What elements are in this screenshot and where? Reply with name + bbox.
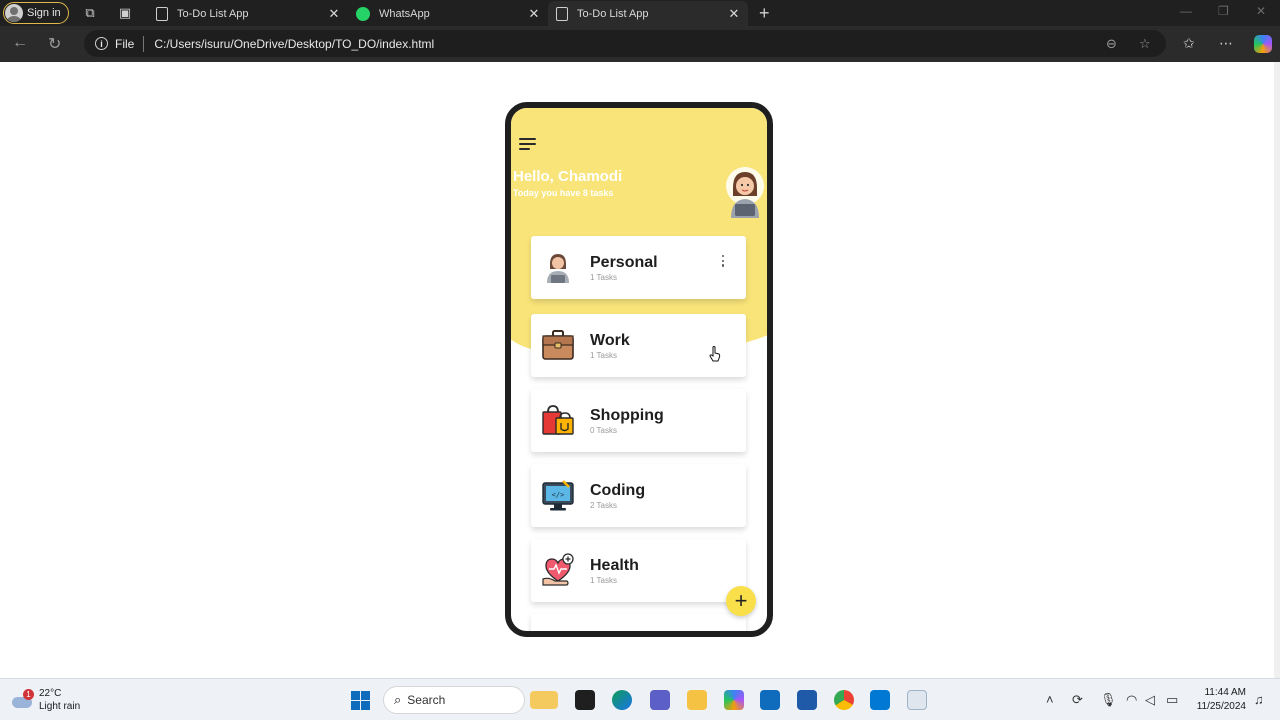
hand-cursor-icon (709, 346, 721, 362)
tab-actions-icon[interactable]: ▣ (117, 5, 133, 21)
phone-frame: Hello, Chamodi Today you have 8 tasks Pe… (505, 102, 773, 637)
category-card-partial[interactable] (531, 614, 746, 631)
category-name: Shopping (590, 407, 664, 424)
tab-title: To-Do List App (577, 7, 649, 20)
volume-icon[interactable]: ◁ (1145, 692, 1155, 708)
user-avatar-icon[interactable] (725, 166, 765, 218)
search-icon: ⌕ (394, 692, 402, 707)
sync-icon[interactable]: ⟳ (1072, 692, 1083, 708)
copilot-app-icon[interactable] (724, 690, 744, 710)
notification-bell-icon[interactable]: ♫ (1254, 692, 1264, 707)
maximize-icon[interactable]: ❐ (1218, 4, 1229, 18)
weather-cloud-icon: 1 (12, 689, 34, 711)
minimize-icon[interactable]: — (1180, 4, 1192, 18)
edge-browser-icon[interactable] (612, 690, 632, 710)
category-task-count: 1 Tasks (590, 273, 617, 282)
whatsapp-icon (356, 6, 370, 21)
favorites-icon[interactable]: ✩ (1183, 35, 1195, 52)
weather-widget[interactable]: 1 22°C Light rain (12, 687, 80, 713)
task-view-icon[interactable] (575, 690, 595, 710)
clock-date: 11/25/2024 (1196, 701, 1246, 712)
url-text[interactable]: C:/Users/isuru/OneDrive/Desktop/TO_DO/in… (154, 37, 434, 51)
page-icon (556, 6, 568, 21)
svg-text:</>: </> (552, 491, 565, 499)
snipping-tool-icon[interactable] (907, 690, 927, 710)
category-card-personal[interactable]: Personal 1 Tasks (531, 236, 746, 299)
zoom-icon[interactable]: ⊖ (1106, 36, 1117, 52)
search-label: Search (407, 693, 446, 707)
add-category-button[interactable]: + (726, 586, 756, 616)
notification-badge: 1 (23, 689, 34, 700)
more-options-icon[interactable]: ⋯ (1219, 35, 1233, 52)
store-icon[interactable] (797, 690, 817, 710)
info-icon[interactable]: i (95, 37, 108, 50)
workspaces-icon[interactable]: ⧉ (82, 5, 98, 21)
category-task-count: 2 Tasks (590, 501, 617, 510)
sign-in-button[interactable]: Sign in (3, 2, 69, 24)
browser-toolbar: ← ↻ i File C:/Users/isuru/OneDrive/Deskt… (0, 26, 1280, 62)
category-name: Coding (590, 482, 646, 499)
category-card-coding[interactable]: </> Coding 2 Tasks (531, 464, 746, 527)
widget-app-icon[interactable] (530, 691, 558, 709)
scheme-label: File (115, 36, 135, 51)
address-bar[interactable]: i File C:/Users/isuru/OneDrive/Desktop/T… (84, 30, 1166, 57)
window-close-icon[interactable]: ✕ (1256, 4, 1266, 18)
chrome-icon[interactable] (834, 690, 854, 710)
refresh-icon[interactable]: ↻ (48, 34, 61, 54)
more-vertical-icon[interactable] (720, 255, 726, 269)
greeting-title: Hello, Chamodi (513, 168, 623, 185)
page-viewport: Hello, Chamodi Today you have 8 tasks Pe… (0, 62, 1280, 678)
close-icon[interactable]: ✕ (326, 6, 342, 22)
file-explorer-icon[interactable] (687, 690, 707, 710)
wifi-icon[interactable]: ◠ (1126, 692, 1137, 708)
tab-title: WhatsApp (379, 7, 430, 20)
new-tab-icon[interactable]: + (759, 3, 770, 24)
sign-in-label: Sign in (27, 7, 61, 19)
heart-hand-icon (542, 553, 574, 586)
category-task-count: 1 Tasks (590, 576, 617, 585)
category-task-count: 0 Tasks (590, 426, 617, 435)
hamburger-menu-icon[interactable] (519, 138, 536, 150)
category-name: Personal (590, 254, 658, 271)
start-windows-icon[interactable] (351, 691, 370, 710)
divider (143, 35, 145, 52)
weather-temperature: 22°C (39, 688, 62, 699)
close-icon[interactable]: ✕ (526, 6, 542, 22)
teams-icon[interactable] (650, 690, 670, 710)
category-card-shopping[interactable]: Shopping 0 Tasks (531, 389, 746, 452)
outlook-icon[interactable] (760, 690, 780, 710)
copilot-icon[interactable] (1254, 35, 1272, 53)
shopping-bags-icon (542, 405, 574, 435)
tab-whatsapp[interactable]: WhatsApp ✕ (348, 1, 548, 26)
category-card-health[interactable]: Health 1 Tasks (531, 539, 746, 602)
system-clock[interactable]: 11:44 AM 11/25/2024 (1190, 686, 1246, 714)
category-name: Work (590, 332, 630, 349)
tab-todo-1[interactable]: To-Do List App ✕ (148, 1, 348, 26)
category-name: Health (590, 557, 639, 574)
tab-todo-2-active[interactable]: To-Do List App ✕ (548, 1, 748, 26)
briefcase-icon (542, 330, 574, 360)
computer-code-icon: </> (542, 480, 574, 511)
back-icon[interactable]: ← (12, 34, 28, 52)
tab-title: To-Do List App (177, 7, 249, 20)
weather-description: Light rain (39, 701, 81, 712)
vscode-icon[interactable] (870, 690, 890, 710)
tray-overflow-icon[interactable]: ˄ (1046, 692, 1054, 707)
category-task-count: 1 Tasks (590, 351, 617, 360)
page-scrollbar[interactable] (1274, 62, 1280, 678)
microphone-icon[interactable]: 🎙 (1100, 692, 1117, 708)
close-icon[interactable]: ✕ (726, 6, 742, 22)
battery-icon[interactable]: ▭ (1166, 692, 1178, 708)
greeting-subtitle: Today you have 8 tasks (513, 188, 614, 198)
page-icon (156, 6, 168, 21)
profile-avatar-icon (5, 4, 23, 22)
browser-tab-bar: Sign in ⧉ ▣ To-Do List App ✕ WhatsApp ✕ … (0, 0, 1280, 26)
os-taskbar: 1 22°C Light rain ⌕ Search ˄ ⟳ 🎙 ◠ ◁ ▭ 1… (0, 678, 1280, 720)
taskbar-search[interactable]: ⌕ Search (383, 686, 525, 714)
clock-time: 11:44 AM (1204, 687, 1246, 698)
person-icon (547, 254, 569, 283)
favorite-star-icon[interactable]: ☆ (1139, 36, 1151, 52)
